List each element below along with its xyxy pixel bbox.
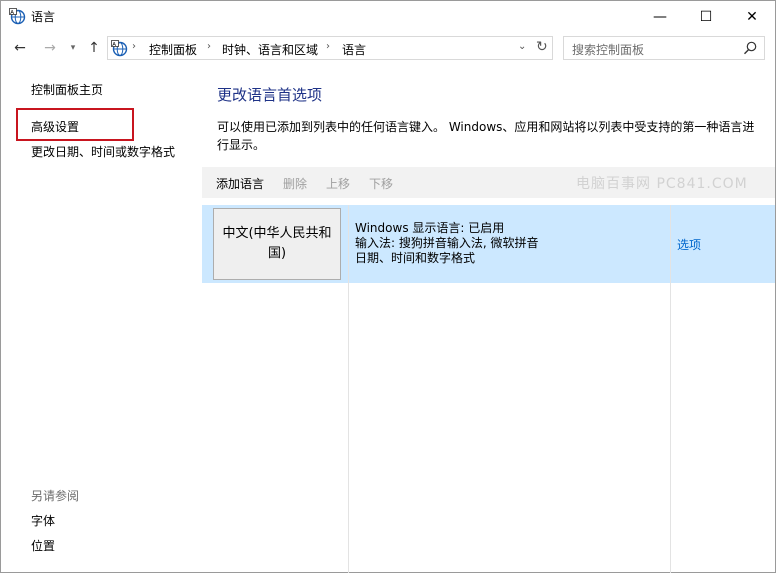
breadcrumb-separator-icon[interactable]: › (207, 41, 211, 52)
language-options-link[interactable]: 选项 (677, 236, 701, 253)
close-button[interactable]: ✕ (729, 1, 775, 32)
breadcrumb-language[interactable]: 语言 (342, 41, 366, 58)
language-app-icon: A (9, 8, 26, 25)
highlight-annotation-box (16, 108, 134, 141)
back-button[interactable]: ← (10, 38, 30, 58)
fonts-link[interactable]: 字体 (31, 512, 55, 529)
refresh-icon[interactable]: ↻ (536, 39, 548, 55)
chevron-down-icon[interactable]: ⌄ (518, 41, 526, 52)
add-language-button[interactable]: 添加语言 (216, 175, 264, 192)
minimize-button[interactable]: — (637, 1, 683, 32)
language-window: A 语言 — ☐ ✕ ← → ▾ ↑ A › 控制面板 › 时钟、语言和区域 ›… (0, 0, 776, 573)
breadcrumb-separator-icon[interactable]: › (326, 41, 330, 52)
control-panel-home-link[interactable]: 控制面板主页 (31, 81, 103, 98)
recent-locations-button[interactable]: ▾ (63, 38, 83, 58)
location-link[interactable]: 位置 (31, 537, 55, 554)
remove-button[interactable]: 删除 (283, 175, 307, 192)
breadcrumb-control-panel[interactable]: 控制面板 (149, 41, 197, 58)
title-bar: A 语言 — ☐ ✕ (1, 1, 775, 32)
svg-text:A: A (10, 10, 14, 16)
breadcrumb-separator-icon[interactable]: › (132, 41, 136, 52)
search-placeholder: 搜索控制面板 (572, 43, 645, 57)
language-info: Windows 显示语言: 已启用 输入法: 搜狗拼音输入法, 微软拼音 日期、… (355, 221, 539, 266)
window-title: 语言 (31, 10, 56, 24)
language-location-icon: A (111, 40, 128, 57)
change-date-time-number-format-link[interactable]: 更改日期、时间或数字格式 (31, 143, 175, 160)
search-icon[interactable] (742, 40, 758, 56)
column-divider (670, 205, 671, 573)
display-language-status: Windows 显示语言: 已启用 (355, 221, 505, 235)
search-input[interactable]: 搜索控制面板 (563, 36, 765, 60)
up-button[interactable]: ↑ (84, 38, 104, 58)
navigation-bar: ← → ▾ ↑ A › 控制面板 › 时钟、语言和区域 › 语言 ⌄ ↻ 搜索控… (1, 32, 775, 64)
move-up-button[interactable]: 上移 (326, 175, 350, 192)
forward-button[interactable]: → (40, 38, 60, 58)
address-bar[interactable]: A › 控制面板 › 时钟、语言和区域 › 语言 ⌄ ↻ (107, 36, 553, 60)
watermark: 电脑百事网 PC841.COM (576, 176, 748, 192)
svg-text:A: A (112, 42, 116, 48)
move-down-button[interactable]: 下移 (369, 175, 393, 192)
breadcrumb-clock-language-region[interactable]: 时钟、语言和区域 (222, 41, 318, 58)
see-also-heading: 另请参阅 (31, 489, 80, 503)
page-description: 可以使用已添加到列表中的任何语言键入。 Windows、应用和网站将以列表中受支… (217, 120, 755, 152)
date-time-format-info: 日期、时间和数字格式 (355, 251, 476, 265)
input-method-info: 输入法: 搜狗拼音输入法, 微软拼音 (355, 236, 539, 250)
language-tile[interactable]: 中文(中华人民共和国) (213, 208, 341, 280)
column-divider (348, 205, 349, 573)
page-title: 更改语言首选项 (217, 86, 323, 104)
maximize-button[interactable]: ☐ (683, 1, 729, 32)
